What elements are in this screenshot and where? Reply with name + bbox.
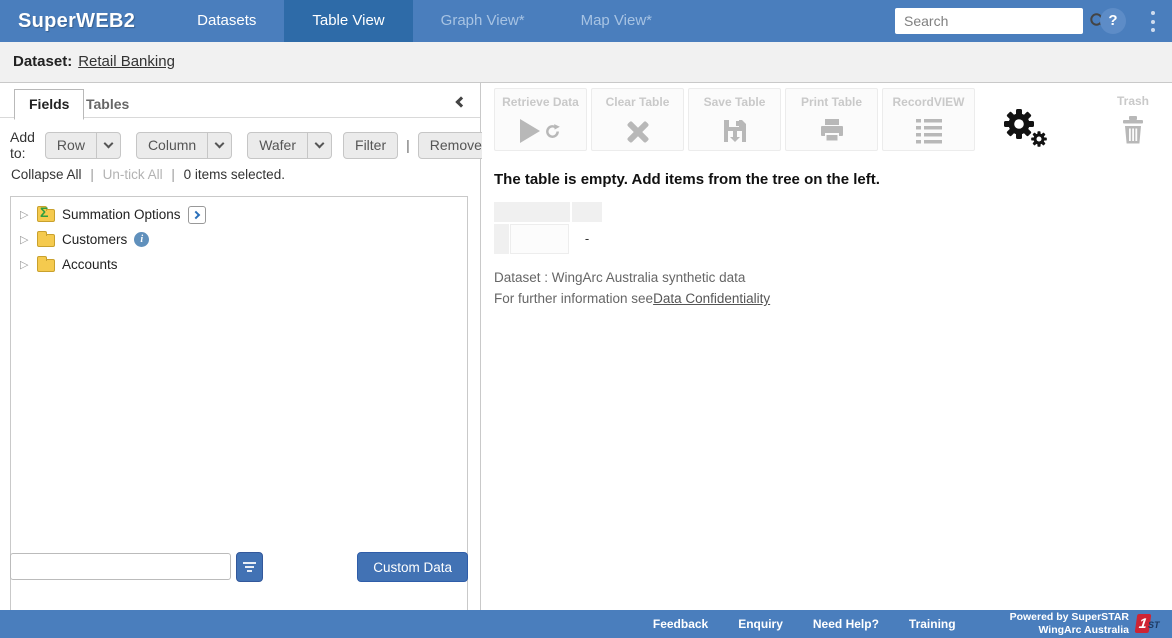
table-header-cell — [494, 202, 570, 222]
collapse-panel-icon[interactable] — [453, 93, 467, 107]
chevron-down-icon[interactable] — [307, 133, 331, 158]
expander-icon[interactable]: ▷ — [20, 258, 34, 271]
nav-item-table-view[interactable]: Table View — [284, 0, 412, 42]
info-icon[interactable]: i — [134, 232, 149, 247]
collapse-all-link[interactable]: Collapse All — [11, 167, 82, 182]
play-refresh-icon — [495, 116, 586, 146]
table-body-cell — [510, 224, 569, 254]
tab-fields[interactable]: Fields — [14, 89, 84, 120]
data-confidentiality-link[interactable]: Data Confidentiality — [653, 291, 770, 306]
nav-item-datasets[interactable]: Datasets — [169, 0, 284, 42]
dataset-link[interactable]: Retail Banking — [78, 53, 175, 70]
search-box — [895, 8, 1083, 34]
table-toolbar: Retrieve Data Clear Table Save Table — [494, 88, 1149, 151]
footer-link-training[interactable]: Training — [909, 617, 956, 631]
dataset-label: Dataset: — [13, 53, 72, 70]
printer-icon — [786, 116, 877, 146]
folder-icon — [37, 234, 55, 247]
dataset-note: Dataset : WingArc Australia synthetic da… — [494, 270, 745, 285]
print-table-button[interactable]: Print Table — [785, 88, 878, 151]
nav-item-graph-view[interactable]: Graph View* — [413, 0, 553, 42]
quick-select-input[interactable] — [10, 553, 231, 580]
expander-icon[interactable]: ▷ — [20, 208, 34, 221]
summation-folder-icon: Σ — [37, 209, 55, 222]
tree-item-label: Summation Options — [62, 207, 181, 222]
items-selected-count: 0 items selected. — [184, 167, 285, 182]
expander-icon[interactable]: ▷ — [20, 233, 34, 246]
add-to-label: Add to: — [10, 129, 35, 161]
app-logo: SuperWEB2 — [0, 0, 169, 42]
placeholder-table: - — [494, 202, 602, 254]
filter-button[interactable]: Filter — [343, 132, 398, 159]
table-row-stub-cell — [494, 224, 509, 254]
retrieve-data-button[interactable]: Retrieve Data — [494, 88, 587, 151]
search-input[interactable] — [895, 8, 1089, 34]
footer-link-need-help[interactable]: Need Help? — [813, 617, 879, 631]
column-dropdown[interactable]: Column — [136, 132, 232, 159]
table-header-cell — [572, 202, 602, 222]
tree-item-label: Accounts — [62, 257, 118, 272]
overflow-menu-icon[interactable] — [1148, 11, 1158, 32]
tree-item-customers[interactable]: ▷ Customers i — [11, 227, 467, 252]
tree-controls: Collapse All | Un-tick All | 0 items sel… — [11, 167, 285, 182]
list-icon — [883, 116, 974, 146]
clear-x-icon — [592, 116, 683, 146]
help-icon[interactable]: ? — [1100, 8, 1126, 34]
footer-link-feedback[interactable]: Feedback — [653, 617, 708, 631]
save-icon — [689, 116, 780, 146]
tree-item-summation-options[interactable]: ▷ Σ Summation Options — [11, 202, 467, 227]
custom-data-button[interactable]: Custom Data — [357, 552, 468, 582]
table-panel: Retrieve Data Clear Table Save Table — [482, 83, 1172, 610]
recordview-button[interactable]: RecordVIEW — [882, 88, 975, 151]
folder-icon — [37, 259, 55, 272]
filter-funnel-button[interactable] — [236, 552, 263, 582]
trash-button[interactable]: Trash — [1117, 94, 1149, 145]
add-to-toolbar: Add to: Row Column Wafer Filter | Remove — [10, 129, 494, 161]
fields-panel: Fields Tables Add to: Row Column Wafer F… — [0, 83, 481, 610]
trash-icon — [1117, 115, 1149, 145]
empty-table-message: The table is empty. Add items from the t… — [494, 171, 880, 188]
tree-item-label: Customers — [62, 232, 127, 247]
clear-table-button[interactable]: Clear Table — [591, 88, 684, 151]
footer-bar: Feedback Enquiry Need Help? Training Pow… — [0, 610, 1172, 638]
top-navbar: SuperWEB2 Datasets Table View Graph View… — [0, 0, 1172, 42]
nav-item-map-view[interactable]: Map View* — [553, 0, 680, 42]
footer-link-enquiry[interactable]: Enquiry — [738, 617, 783, 631]
chevron-down-icon[interactable] — [207, 133, 231, 158]
save-table-button[interactable]: Save Table — [688, 88, 781, 151]
superstar-1st-logo-icon: 1 ST — [1136, 613, 1162, 635]
tree-item-accounts[interactable]: ▷ Accounts — [11, 252, 467, 277]
chevron-down-icon[interactable] — [96, 133, 120, 158]
button-separator: | — [406, 137, 410, 153]
open-summation-icon[interactable] — [188, 206, 206, 224]
confidentiality-note: For further information seeData Confiden… — [494, 291, 770, 306]
settings-gear-icon[interactable] — [1001, 106, 1049, 148]
untick-all-link: Un-tick All — [103, 167, 163, 182]
wafer-dropdown[interactable]: Wafer — [247, 132, 332, 159]
powered-by-text: Powered by SuperSTAR WingArc Australia — [1010, 611, 1129, 637]
quick-select-row: Custom Data — [10, 552, 468, 582]
breadcrumb: Dataset: Retail Banking — [0, 42, 1172, 83]
row-dropdown[interactable]: Row — [45, 132, 121, 159]
table-value-cell: - — [572, 224, 602, 254]
